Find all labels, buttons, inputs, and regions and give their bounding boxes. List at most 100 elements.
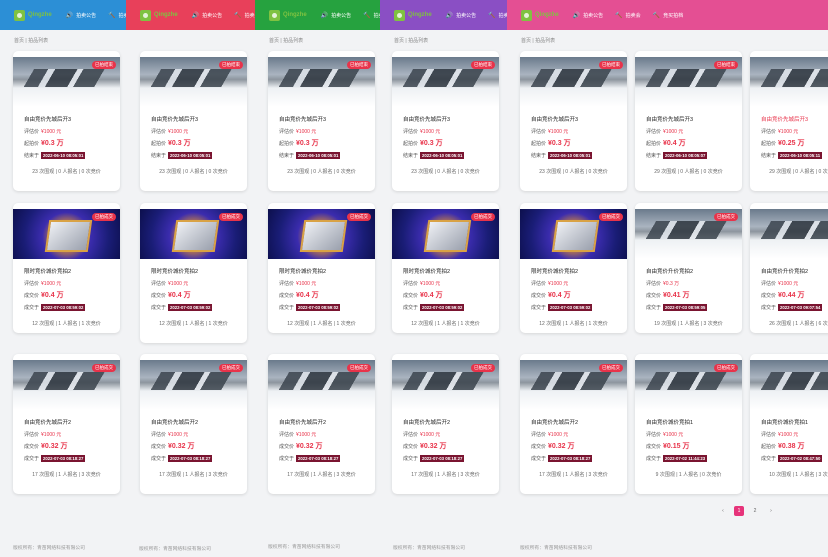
price-value: ¥0.3 万 bbox=[420, 140, 443, 147]
date-value: 2022-06-10 08:05:01 bbox=[420, 151, 465, 159]
auction-card[interactable]: 已拍成交 限时竞价城价竞拍2 评估价 ¥1000 元成交价 ¥0.4 万成交于 2022-… bbox=[140, 203, 247, 343]
card-title[interactable]: 自由竞价先城后开2 bbox=[24, 418, 120, 426]
appraisal-label: 评估价 bbox=[403, 128, 419, 135]
card-title[interactable]: 自由竞价先城后开2 bbox=[279, 418, 375, 426]
next-page-button[interactable]: › bbox=[766, 506, 776, 516]
auction-card[interactable]: 已拍结束 自由竞价先城后开3 评估价 ¥1000 元起拍价 ¥0.4 万结束于 2022-… bbox=[635, 51, 742, 191]
appraisal-value: ¥1000 元 bbox=[420, 128, 441, 135]
auction-card[interactable]: 已拍成交 自由竞价城价竞拍1 评估价 ¥1000 元成交价 ¥0.15 万成交于 2022… bbox=[635, 354, 742, 494]
auction-card[interactable]: 已拍成交 限时竞价城价竞拍2 评估价 ¥1000 元成交价 ¥0.4 万成交于 2022-… bbox=[13, 203, 120, 333]
card-title[interactable]: 自由竞价升价竞拍2 bbox=[646, 267, 742, 275]
chip-image[interactable]: 已拍成交 bbox=[392, 209, 499, 259]
card-title[interactable]: 自由竞价先城后开2 bbox=[403, 418, 499, 426]
price-label: 起拍价 bbox=[24, 140, 40, 147]
mountain-image[interactable]: 已拍成交 bbox=[520, 360, 627, 410]
card-title[interactable]: 自由竞价先城后开3 bbox=[24, 115, 120, 123]
mountain-image[interactable]: 已拍成交 bbox=[750, 209, 828, 259]
price-value: ¥0.3 万 bbox=[548, 140, 571, 147]
card-title[interactable]: 自由竞价升价竞拍2 bbox=[761, 267, 828, 275]
nav-item[interactable]: 🔨拍卖会 bbox=[363, 12, 380, 19]
card-title[interactable]: 自由竞价先城后开2 bbox=[151, 418, 247, 426]
card-title[interactable]: 自由竞价先城后开3 bbox=[761, 115, 828, 123]
chip-image[interactable]: 已拍成交 bbox=[13, 209, 120, 259]
card-title[interactable]: 自由竞价先城后开3 bbox=[531, 115, 627, 123]
nav-item[interactable]: 🔨拍卖会 bbox=[615, 12, 641, 19]
card-title[interactable]: 自由竞价先城后开3 bbox=[151, 115, 247, 123]
auction-card[interactable]: 已拍结束 自由竞价先城后开3 评估价 ¥1000 元起拍价 ¥0.3 万结束于 2022-… bbox=[392, 51, 499, 191]
appraisal-value: ¥1000 元 bbox=[663, 128, 684, 135]
auction-card[interactable]: 已拍成交 限时竞价城价竞拍2 评估价 ¥1000 元成交价 ¥0.4 万成交于 2022-… bbox=[520, 203, 627, 333]
auction-card[interactable]: 已拍结束 自由竞价先城后开3 评估价 ¥1000 元起拍价 ¥0.3 万结束于 2022-… bbox=[13, 51, 120, 191]
auction-card[interactable]: 已拍成交自由竞价升价竞拍2 评估价¥1000 元成交价¥0.44 万成交于2022… bbox=[750, 203, 828, 333]
mountain-image[interactable]: 已拍成交 bbox=[140, 360, 247, 410]
mountain-image[interactable]: 已拍成交 bbox=[635, 209, 742, 259]
page-1-button[interactable]: 1 bbox=[734, 506, 744, 516]
nav-item[interactable]: 🔊 拍卖公告 bbox=[321, 12, 352, 19]
auction-card[interactable]: 已拍结束 自由竞价先城后开3 评估价 ¥1000 元起拍价 ¥0.3 万结束于 2022-… bbox=[268, 51, 375, 191]
mountain-image[interactable]: 已拍结束 bbox=[635, 57, 742, 107]
mountain-image[interactable]: 已拍成交 bbox=[635, 360, 742, 410]
card-title[interactable]: 自由竞价城价竞拍1 bbox=[761, 418, 828, 426]
auction-card[interactable]: 已拍结束 自由竞价先城后开3 评估价 ¥1000 元起拍价 ¥0.3 万结束于 2022-… bbox=[140, 51, 247, 191]
logo[interactable]: Qingzhe bbox=[394, 9, 432, 21]
chip-image[interactable]: 已拍成交 bbox=[140, 209, 247, 259]
mountain-image[interactable]: 已拍结束 bbox=[268, 57, 375, 107]
mountain-image[interactable] bbox=[750, 57, 828, 107]
nav-item[interactable]: 🔨拍卖会 bbox=[234, 12, 255, 19]
logo[interactable]: Qingzhe bbox=[14, 9, 52, 21]
card-title[interactable]: 自由竞价先城后开3 bbox=[279, 115, 375, 123]
logo[interactable]: Qingzhe bbox=[140, 9, 178, 21]
date-label: 成交于 bbox=[403, 455, 419, 462]
appraisal-label: 评估价 bbox=[531, 431, 547, 438]
auction-card[interactable]: 已拍成交 自由竞价先城后开2 评估价 ¥1000 元成交价 ¥0.32 万成交于 2022… bbox=[520, 354, 627, 494]
appraisal-label: 评估价 bbox=[646, 128, 662, 135]
card-title[interactable]: 限时竞价城价竞拍2 bbox=[279, 267, 375, 275]
mountain-image[interactable]: 已拍结束 bbox=[13, 57, 120, 107]
mountain-image[interactable]: 已拍结束 bbox=[140, 57, 247, 107]
auction-card[interactable]: 已拍成交 自由竞价先城后开2 评估价 ¥1000 元成交价 ¥0.32 万成交于 2022… bbox=[392, 354, 499, 494]
nav-item[interactable]: 🔨拍卖会 bbox=[488, 12, 507, 19]
mountain-image[interactable]: 已拍成交 bbox=[13, 360, 120, 410]
auction-card[interactable]: 已拍成交 限时竞价城价竞拍2 评估价 ¥1000 元成交价 ¥0.4 万成交于 2022-… bbox=[268, 203, 375, 333]
card-title[interactable]: 自由竞价先城后开2 bbox=[531, 418, 627, 426]
nav-item[interactable]: 🔊 拍卖公告 bbox=[66, 12, 97, 19]
page-2-button[interactable]: 2 bbox=[750, 506, 760, 516]
auction-card[interactable]: 已拍成交 自由竞价先城后开2 评估价 ¥1000 元成交价 ¥0.32 万成交于 2022… bbox=[140, 354, 247, 494]
date-value: 2022-07-03 08:18:27 bbox=[548, 454, 593, 462]
date-label: 成交于 bbox=[403, 304, 419, 311]
card-title[interactable]: 限时竞价城价竞拍2 bbox=[403, 267, 499, 275]
card-title[interactable]: 限时竞价城价竞拍2 bbox=[531, 267, 627, 275]
chip-image[interactable]: 已拍成交 bbox=[268, 209, 375, 259]
auction-card[interactable]: 已拍结束 自由竞价先城后开3 评估价 ¥1000 元起拍价 ¥0.3 万结束于 2022-… bbox=[520, 51, 627, 191]
mountain-image[interactable]: 已拍成交 bbox=[268, 360, 375, 410]
chip-image[interactable]: 已拍成交 bbox=[520, 209, 627, 259]
auction-card[interactable]: 已拍成交 自由竞价升价竞拍2 评估价 ¥0.3 万成交价 ¥0.41 万成交于 2022-… bbox=[635, 203, 742, 333]
card-title[interactable]: 自由竞价先城后开3 bbox=[646, 115, 742, 123]
nav-item[interactable]: 🔨拍卖会 bbox=[108, 12, 126, 19]
mountain-image[interactable]: 已拍成交 bbox=[392, 360, 499, 410]
card-title[interactable]: 自由竞价城价竞拍1 bbox=[646, 418, 742, 426]
auction-card[interactable]: 已拍成交 限时竞价城价竞拍2 评估价 ¥1000 元成交价 ¥0.4 万成交于 2022-… bbox=[392, 203, 499, 333]
nav-item[interactable]: 🔊 拍卖公告 bbox=[446, 12, 477, 19]
logo[interactable]: Qingzhe bbox=[521, 9, 559, 21]
appraisal-label: 评估价 bbox=[24, 431, 40, 438]
auction-card[interactable]: 自由竞价先城后开3 评估价 ¥1000 元起拍价 ¥0.25 万结束于 2022-06-… bbox=[750, 51, 828, 191]
nav-item[interactable]: 🔊 拍卖公告 bbox=[573, 12, 604, 19]
appraisal-row: 评估价 ¥0.3 万 bbox=[646, 279, 742, 287]
card-title[interactable]: 限时竞价城价竞拍2 bbox=[24, 267, 120, 275]
auction-card[interactable]: 已拍成交 自由竞价先城后开2 评估价 ¥1000 元成交价 ¥0.32 万成交于 2022… bbox=[268, 354, 375, 494]
mountain-image[interactable]: 已拍结束 bbox=[392, 57, 499, 107]
nav-item[interactable]: 🔊 拍卖公告 bbox=[192, 12, 223, 19]
logo[interactable]: Qingzhe bbox=[269, 9, 307, 21]
card-stats: 17 次围观 | 1 人报名 | 3 次竞价 bbox=[539, 472, 608, 478]
price-row: 起拍价 ¥0.25 万 bbox=[761, 139, 828, 147]
mountain-image[interactable]: 已拍成交 bbox=[750, 360, 828, 410]
card-title[interactable]: 自由竞价先城后开3 bbox=[403, 115, 499, 123]
nav-item[interactable]: 🔨 竞买拍档 bbox=[653, 12, 684, 19]
auction-card[interactable]: 已拍成交自由竞价城价竞拍1 评估价¥1000 元起拍价¥0.38 万成交于2022… bbox=[750, 354, 828, 494]
auction-card[interactable]: 已拍成交 自由竞价先城后开2 评估价 ¥1000 元成交价 ¥0.32 万成交于 2022… bbox=[13, 354, 120, 494]
card-title[interactable]: 限时竞价城价竞拍2 bbox=[151, 267, 247, 275]
price-label: 起拍价 bbox=[646, 140, 662, 147]
prev-page-button[interactable]: ‹ bbox=[718, 506, 728, 516]
mountain-image[interactable]: 已拍结束 bbox=[520, 57, 627, 107]
